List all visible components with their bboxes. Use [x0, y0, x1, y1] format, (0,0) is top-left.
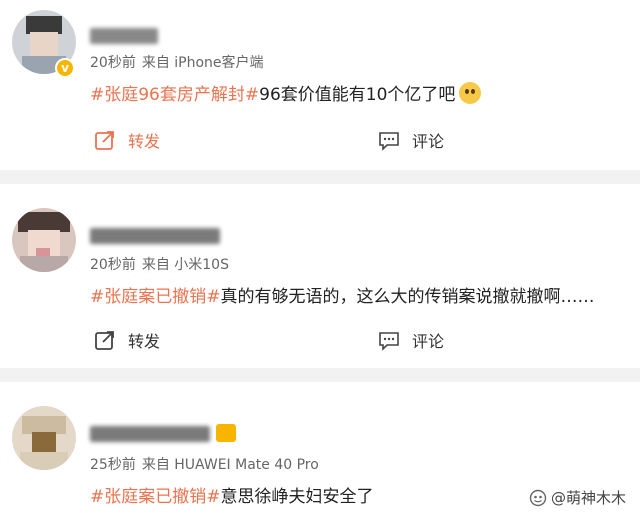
username-blurred[interactable] [90, 28, 158, 44]
topic-tag[interactable]: #张庭96套房产解封# [90, 85, 259, 105]
topic-tag[interactable]: #张庭案已撤销# [90, 487, 221, 507]
repost-label: 转发 [128, 332, 161, 351]
post-time: 25秒前 [90, 457, 136, 473]
post-card-3: 25秒前 来自 HUAWEI Mate 40 Pro #张庭案已撤销#意思徐峥夫妇… [0, 382, 640, 520]
post-text: 真的有够无语的，这么大的传销案说撤就撤啊…… [220, 287, 595, 307]
username-blurred[interactable] [90, 228, 220, 244]
post-meta: 20秒前 来自 小米10S [90, 254, 229, 274]
post-content: #张庭96套房产解封#96套价值能有10个亿了吧 [90, 80, 482, 105]
level-badge-icon [216, 424, 236, 442]
watermark: @萌神木木 [529, 487, 626, 508]
post-source: 来自 HUAWEI Mate 40 Pro [141, 457, 319, 473]
post-time: 20秒前 [90, 257, 136, 273]
post-source: 来自 小米10S [141, 257, 229, 273]
topic-tag[interactable]: #张庭案已撤销# [90, 287, 221, 307]
comment-button[interactable]: 评论 [378, 328, 444, 352]
comment-icon [378, 329, 400, 351]
post-text: 意思徐峥夫妇安全了 [220, 487, 374, 507]
verified-badge-icon: v [55, 58, 75, 78]
watermark-text: @萌神木木 [550, 489, 626, 507]
thinking-emoji-icon [459, 82, 482, 104]
comment-label: 评论 [412, 132, 445, 151]
repost-icon [94, 329, 116, 351]
post-content: #张庭案已撤销#真的有够无语的，这么大的传销案说撤就撤啊…… [90, 282, 595, 307]
watermark-logo-icon [529, 489, 547, 506]
repost-icon [94, 129, 116, 151]
repost-label: 转发 [128, 132, 161, 151]
post-source: 来自 iPhone客户端 [141, 55, 264, 71]
post-meta: 20秒前 来自 iPhone客户端 [90, 52, 264, 72]
post-time: 20秒前 [90, 55, 136, 71]
post-card-1: v 20秒前 来自 iPhone客户端 #张庭96套房产解封#96套价值能有10个… [0, 0, 640, 170]
comment-label: 评论 [412, 332, 445, 351]
post-text: 96套价值能有10个亿了吧 [259, 85, 456, 105]
avatar[interactable] [12, 208, 76, 272]
post-content: #张庭案已撤销#意思徐峥夫妇安全了 [90, 482, 374, 507]
repost-button[interactable]: 转发 [94, 128, 160, 152]
comment-button[interactable]: 评论 [378, 128, 444, 152]
username-blurred[interactable] [90, 426, 210, 442]
comment-icon [378, 129, 400, 151]
avatar[interactable] [12, 406, 76, 470]
post-meta: 25秒前 来自 HUAWEI Mate 40 Pro [90, 454, 319, 474]
repost-button[interactable]: 转发 [94, 328, 160, 352]
post-card-2: 20秒前 来自 小米10S #张庭案已撤销#真的有够无语的，这么大的传销案说撤就撤… [0, 184, 640, 368]
